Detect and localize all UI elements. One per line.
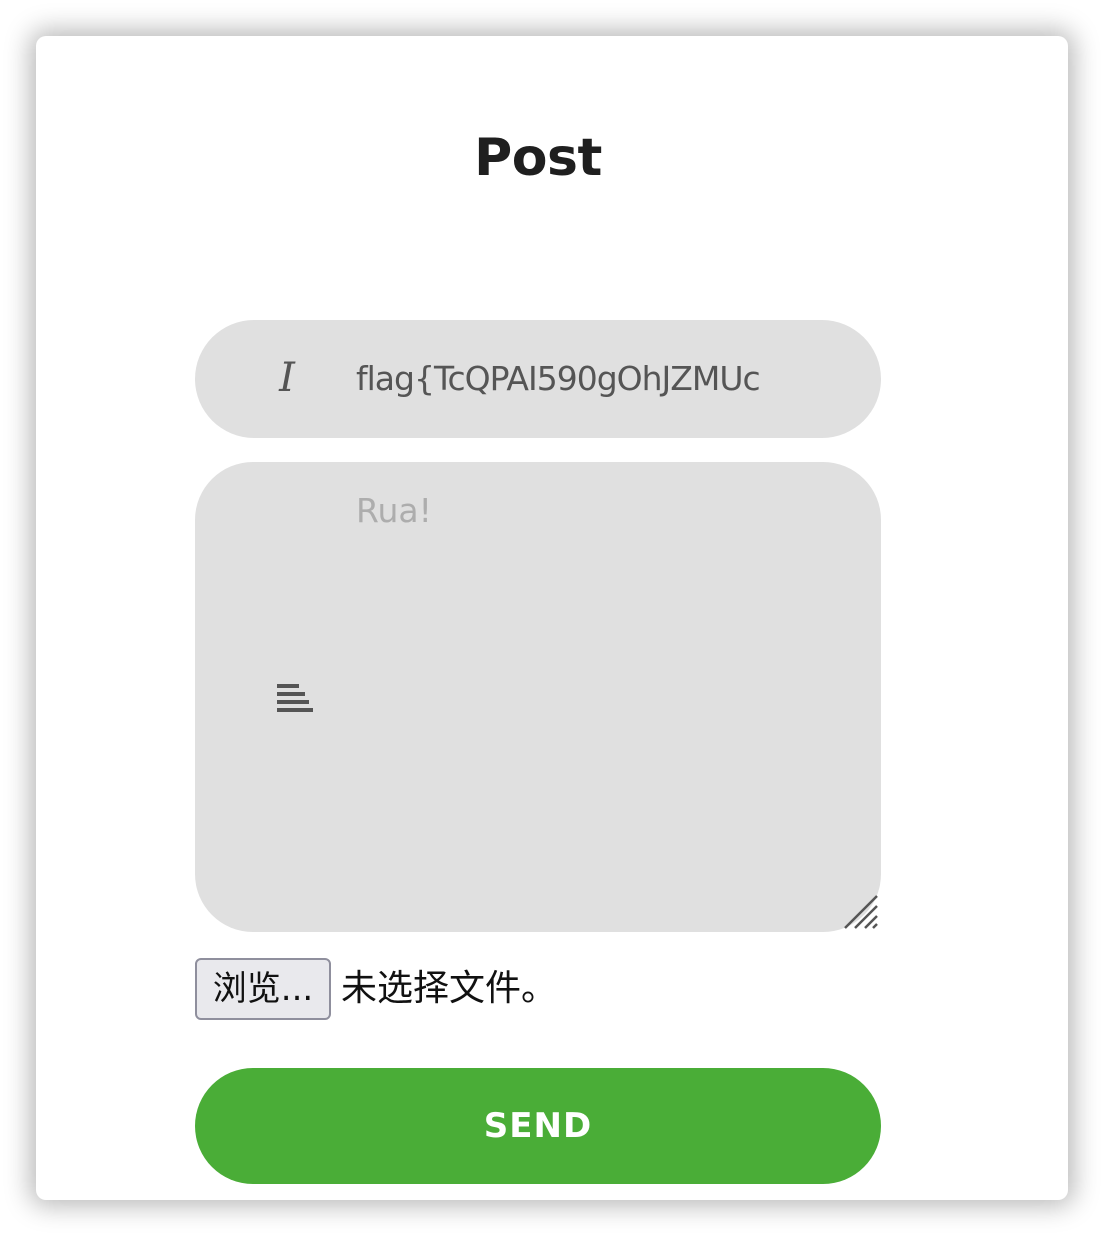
body-textarea[interactable] [356, 488, 846, 908]
resize-grip-icon[interactable] [841, 892, 879, 930]
title-input[interactable]: flag{TcQPAI590gOhJZMUc [356, 356, 810, 402]
file-status-text: 未选择文件。 [341, 968, 558, 1009]
post-form-card: Post I flag{TcQPAI590gOhJZMUc 浏览... 未选择文… [36, 36, 1068, 1200]
italic-i-icon: I [279, 355, 295, 401]
page-title: Post [474, 128, 602, 188]
send-button[interactable]: SEND [195, 1068, 881, 1184]
body-field[interactable] [195, 462, 881, 932]
file-input: 浏览... 未选择文件。 [195, 958, 895, 1020]
align-left-lines-icon [277, 684, 313, 714]
title-field[interactable]: I flag{TcQPAI590gOhJZMUc [195, 320, 881, 438]
browse-button[interactable]: 浏览... [195, 958, 331, 1020]
